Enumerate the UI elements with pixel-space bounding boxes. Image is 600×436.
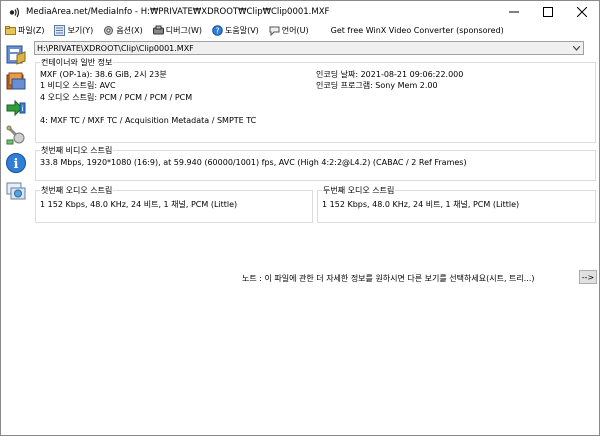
audio-stream-2-group: 두번째 오디오 스트림 1 152 Kbps, 48.0 KHz, 24 비트,… [317,186,596,223]
open-file-icon [6,45,26,65]
debug-icon [152,25,164,36]
menu-view[interactable]: 보기(Y) [54,25,93,36]
menu-file[interactable]: 파일(Z) [5,25,44,36]
open-folder-button[interactable] [4,69,28,93]
menu-debug-label: 디버그(W) [165,26,202,35]
side-toolbar: i i [1,38,32,435]
window-title: MediaArea.net/MediaInfo - H:₩PRIVATE₩XDR… [26,7,330,17]
menu-options-label: 옵션(X) [116,26,143,35]
chevron-down-icon[interactable] [570,42,583,54]
minimize-button[interactable] [497,1,531,23]
help-icon: ? [212,25,223,36]
general-line-other-streams: 4: MXF TC / MXF TC / Acquisition Metadat… [40,116,257,125]
preferences-button[interactable] [4,123,28,147]
menu-options[interactable]: 옵션(X) [103,25,143,36]
title-bar: MediaArea.net/MediaInfo - H:₩PRIVATE₩XDR… [1,1,599,23]
general-line-format: MXF (OP-1a): 38.6 GiB, 2시 23분 [40,70,167,79]
open-file-button[interactable] [4,42,28,66]
close-button[interactable] [565,1,599,23]
web-icon [6,182,26,200]
export-icon: i [6,99,26,117]
view-hint-note: 노트 : 이 파일에 관한 더 자세한 정보를 원하시면 다른 보기를 선택하세… [242,274,535,283]
video-stream-group: 첫번째 비디오 스트림 33.8 Mbps, 1920*1080 (16:9),… [35,146,596,181]
more-views-button[interactable]: --> [579,270,597,284]
general-line-video-streams: 1 비디오 스트림: AVC [40,81,116,90]
minimize-icon [509,11,519,13]
export-button[interactable]: i [4,96,28,120]
open-folder-icon [6,72,26,90]
folder-icon [5,25,16,36]
window-controls [497,1,599,23]
web-button[interactable] [4,179,28,203]
general-info-legend: 컨테이너와 일반 정보 [40,58,114,67]
menu-help[interactable]: ? 도움말(V) [212,25,259,36]
options-icon [103,25,114,36]
svg-text:?: ? [216,26,220,35]
video-stream-legend: 첫번째 비디오 스트림 [40,146,114,155]
file-selector-value: H:\PRIVATE\XDROOT\Clip\Clip0001.MXF [37,43,194,53]
sponsor-link[interactable]: Get free WinX Video Converter (sponsored… [331,26,504,35]
info-icon: i [6,153,26,173]
app-window: MediaArea.net/MediaInfo - H:₩PRIVATE₩XDR… [0,0,600,436]
close-icon [577,7,587,17]
audio-stream-1-line: 1 152 Kbps, 48.0 KHz, 24 비트, 1 채널, PCM (… [40,200,238,209]
audio-stream-1-legend: 첫번째 오디오 스트림 [40,186,114,195]
menu-debug[interactable]: 디버그(W) [152,25,202,36]
svg-text:i: i [22,105,24,113]
menu-language[interactable]: 언어(U) [269,25,309,36]
audio-stream-2-legend: 두번째 오디오 스트림 [322,186,396,195]
about-button[interactable]: i [4,151,28,175]
menu-bar: 파일(Z) 보기(Y) 옵션(X) 디버그(W) ? 도움말(V) 언어(U) … [1,23,599,38]
video-stream-line: 33.8 Mbps, 1920*1080 (16:9), at 59.940 (… [40,158,467,167]
mediainfo-logo-icon [7,5,21,19]
audio-stream-2-line: 1 152 Kbps, 48.0 KHz, 24 비트, 1 채널, PCM (… [322,200,520,209]
general-line-encoded-date: 인코딩 날짜: 2021-08-21 09:06:22.000 [316,70,464,79]
view-icon [54,25,66,36]
svg-text:i: i [14,157,19,172]
general-line-audio-streams: 4 오디오 스트림: PCM / PCM / PCM / PCM [40,93,193,102]
maximize-button[interactable] [531,1,565,23]
general-info-group: 컨테이너와 일반 정보 MXF (OP-1a): 38.6 GiB, 2시 23… [35,58,596,143]
menu-file-label: 파일(Z) [18,26,45,35]
language-icon [269,25,280,36]
menu-view-label: 보기(Y) [67,26,94,35]
audio-stream-1-group: 첫번째 오디오 스트림 1 152 Kbps, 48.0 KHz, 24 비트,… [35,186,313,223]
general-line-encoder: 인코딩 프로그램: Sony Mem 2.00 [316,81,438,90]
menu-help-label: 도움말(V) [225,26,259,35]
menu-language-label: 언어(U) [281,26,309,35]
preferences-icon [6,125,25,145]
maximize-icon [543,7,553,17]
file-selector[interactable]: H:\PRIVATE\XDROOT\Clip\Clip0001.MXF [34,41,584,55]
